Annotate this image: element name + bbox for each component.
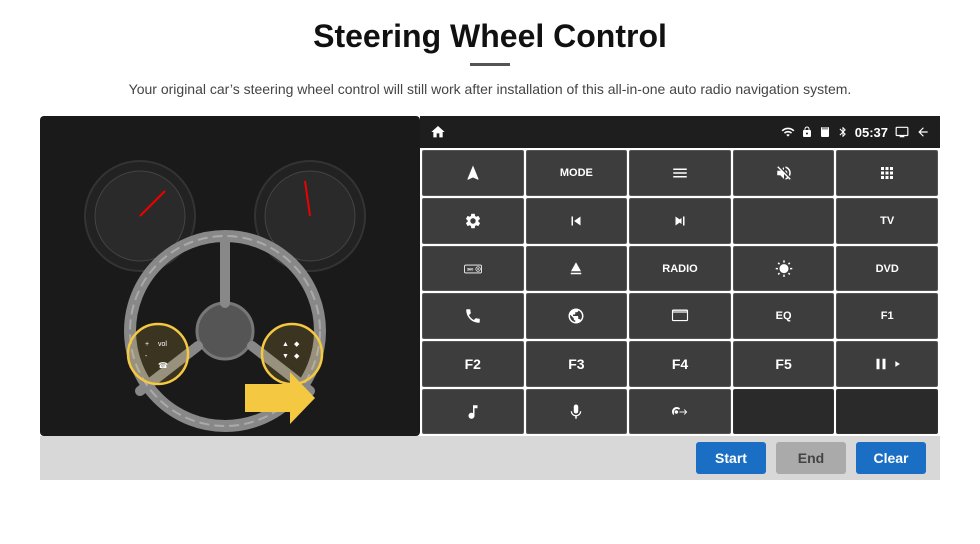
screen-icon: [894, 125, 910, 139]
btn-f1[interactable]: F1: [836, 293, 938, 339]
btn-playpause[interactable]: [836, 341, 938, 387]
radio-panel: 05:37 MODE: [420, 116, 940, 436]
btn-mode[interactable]: MODE: [526, 150, 628, 196]
btn-phone[interactable]: [422, 293, 524, 339]
btn-list[interactable]: [629, 150, 731, 196]
svg-text:☎: ☎: [158, 361, 168, 370]
btn-f4[interactable]: F4: [629, 341, 731, 387]
svg-text:▲: ▲: [282, 341, 289, 348]
btn-prev[interactable]: [526, 198, 628, 244]
home-icon: [430, 124, 446, 140]
back-icon: [916, 125, 930, 139]
page-subtitle: Your original car’s steering wheel contr…: [129, 78, 852, 100]
btn-tv[interactable]: [733, 198, 835, 244]
sd-icon: [819, 126, 831, 138]
btn-settings[interactable]: [422, 198, 524, 244]
btn-f5[interactable]: F5: [733, 341, 835, 387]
svg-text:◆: ◆: [294, 341, 300, 348]
svg-text:vol: vol: [158, 341, 167, 348]
page-title: Steering Wheel Control: [313, 18, 667, 55]
btn-navigate[interactable]: [422, 150, 524, 196]
svg-text:360: 360: [467, 266, 474, 271]
btn-phone2[interactable]: [629, 389, 731, 435]
page-wrapper: Steering Wheel Control Your original car…: [0, 0, 980, 544]
btn-media[interactable]: TV: [836, 198, 938, 244]
btn-window[interactable]: [629, 293, 731, 339]
btn-360[interactable]: 360: [422, 246, 524, 292]
start-button[interactable]: Start: [696, 442, 766, 474]
clear-button[interactable]: Clear: [856, 442, 926, 474]
status-left: [430, 124, 446, 140]
btn-apps[interactable]: [836, 150, 938, 196]
end-button[interactable]: End: [776, 442, 846, 474]
status-time: 05:37: [855, 125, 888, 140]
content-area: + vol - ☎ ▲ ◆ ▼ ◆: [40, 116, 940, 436]
wifi-icon: [781, 125, 795, 139]
btn-mic[interactable]: [526, 389, 628, 435]
svg-text:◆: ◆: [294, 353, 300, 360]
btn-eq[interactable]: EQ: [733, 293, 835, 339]
btn-f3[interactable]: F3: [526, 341, 628, 387]
btn-empty-2: [836, 389, 938, 435]
btn-empty-1: [733, 389, 835, 435]
status-right: 05:37: [781, 125, 930, 140]
title-divider: [470, 63, 510, 66]
btn-mute[interactable]: [733, 150, 835, 196]
btn-radio[interactable]: RADIO: [629, 246, 731, 292]
bluetooth-icon: [837, 125, 849, 139]
btn-eject[interactable]: [526, 246, 628, 292]
car-image: + vol - ☎ ▲ ◆ ▼ ◆: [40, 116, 420, 436]
lock-icon: [801, 126, 813, 138]
btn-brightness[interactable]: [733, 246, 835, 292]
btn-web[interactable]: [526, 293, 628, 339]
btn-music[interactable]: [422, 389, 524, 435]
svg-text:+: +: [145, 341, 149, 348]
btn-dvd[interactable]: DVD: [836, 246, 938, 292]
btn-f2[interactable]: F2: [422, 341, 524, 387]
btn-next[interactable]: [629, 198, 731, 244]
bottom-bar: Start End Clear: [40, 436, 940, 480]
svg-text:▼: ▼: [282, 353, 289, 360]
button-grid: MODE: [420, 148, 940, 436]
status-bar: 05:37: [420, 116, 940, 148]
